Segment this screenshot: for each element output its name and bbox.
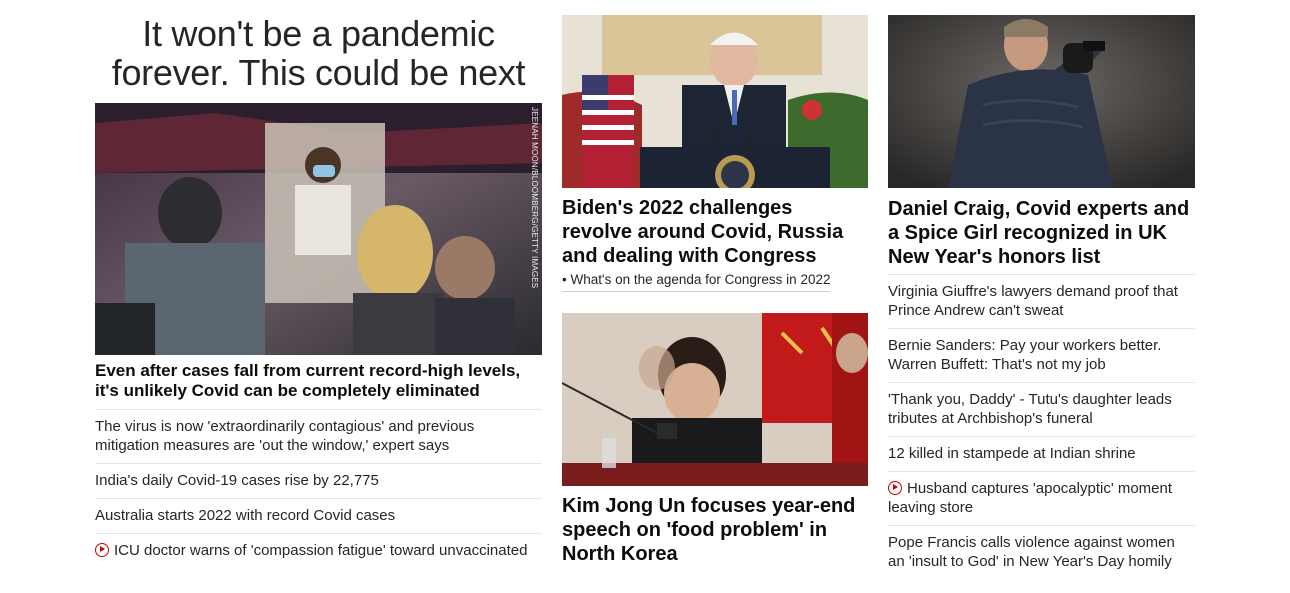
covid-bus-photo-graphic — [95, 103, 542, 355]
related-story[interactable]: Bernie Sanders: Pay your workers better.… — [888, 328, 1195, 382]
related-story[interactable]: Husband captures 'apocalyptic' moment le… — [888, 471, 1195, 525]
related-story-text[interactable]: Pope Francis calls violence against wome… — [888, 534, 1175, 570]
section-title-line2[interactable]: forever. This could be next — [95, 53, 542, 92]
related-story[interactable]: 12 killed in stampede at Indian shrine — [888, 436, 1195, 471]
related-story[interactable]: Australia starts 2022 with record Covid … — [95, 498, 542, 533]
related-stories-list: The virus is now 'extraordinarily contag… — [95, 409, 542, 568]
section-title-line1[interactable]: It won't be a pandemic — [95, 14, 542, 53]
related-story-text[interactable]: ICU doctor warns of 'compassion fatigue'… — [114, 542, 527, 559]
video-play-icon — [888, 481, 902, 495]
related-story[interactable]: Pope Francis calls violence against wome… — [888, 525, 1195, 579]
related-story-text[interactable]: Bernie Sanders: Pay your workers better.… — [888, 337, 1161, 373]
related-stories-list: Virginia Giuffre's lawyers demand proof … — [888, 274, 1195, 579]
related-story-text[interactable]: 'Thank you, Daddy' - Tutu's daughter lea… — [888, 391, 1172, 427]
lead-column: It won't be a pandemic forever. This cou… — [95, 0, 542, 559]
related-story[interactable]: India's daily Covid-19 cases rise by 22,… — [95, 463, 542, 498]
related-story-text[interactable]: India's daily Covid-19 cases rise by 22,… — [95, 472, 379, 489]
section-title[interactable]: It won't be a pandemic forever. This cou… — [95, 14, 542, 92]
video-play-icon — [95, 543, 109, 557]
related-story-text[interactable]: Australia starts 2022 with record Covid … — [95, 507, 395, 524]
related-story[interactable]: The virus is now 'extraordinarily contag… — [95, 409, 542, 463]
kim-jong-un-photo[interactable] — [562, 313, 868, 486]
related-story-text[interactable]: 12 killed in stampede at Indian shrine — [888, 445, 1136, 462]
kim-headline[interactable]: Kim Jong Un focuses year-end speech on '… — [562, 494, 868, 566]
related-story-text[interactable]: Husband captures 'apocalyptic' moment le… — [888, 480, 1172, 516]
congress-agenda-link[interactable]: • What's on the agenda for Congress in 2… — [562, 271, 831, 292]
biden-podium-photo[interactable] — [562, 15, 868, 188]
craig-headline[interactable]: Daniel Craig, Covid experts and a Spice … — [888, 197, 1195, 269]
related-story[interactable]: 'Thank you, Daddy' - Tutu's daughter lea… — [888, 382, 1195, 436]
related-story-text[interactable]: Virginia Giuffre's lawyers demand proof … — [888, 283, 1178, 319]
lead-headline[interactable]: Even after cases fall from current recor… — [95, 361, 542, 401]
biden-headline[interactable]: Biden's 2022 challenges revolve around C… — [562, 196, 868, 268]
related-story[interactable]: ICU doctor warns of 'compassion fatigue'… — [95, 533, 542, 568]
daniel-craig-photo[interactable] — [888, 15, 1195, 188]
covid-bus-photo[interactable]: JEENAH MOON/BLOOMBERG/GETTY IMAGES — [95, 103, 542, 355]
daniel-craig-graphic — [888, 15, 1195, 188]
kim-jong-un-graphic — [562, 313, 868, 486]
related-story-text[interactable]: The virus is now 'extraordinarily contag… — [95, 418, 474, 454]
biden-podium-graphic — [562, 15, 868, 188]
related-story[interactable]: Virginia Giuffre's lawyers demand proof … — [888, 274, 1195, 328]
photo-credit: JEENAH MOON/BLOOMBERG/GETTY IMAGES — [530, 107, 539, 289]
